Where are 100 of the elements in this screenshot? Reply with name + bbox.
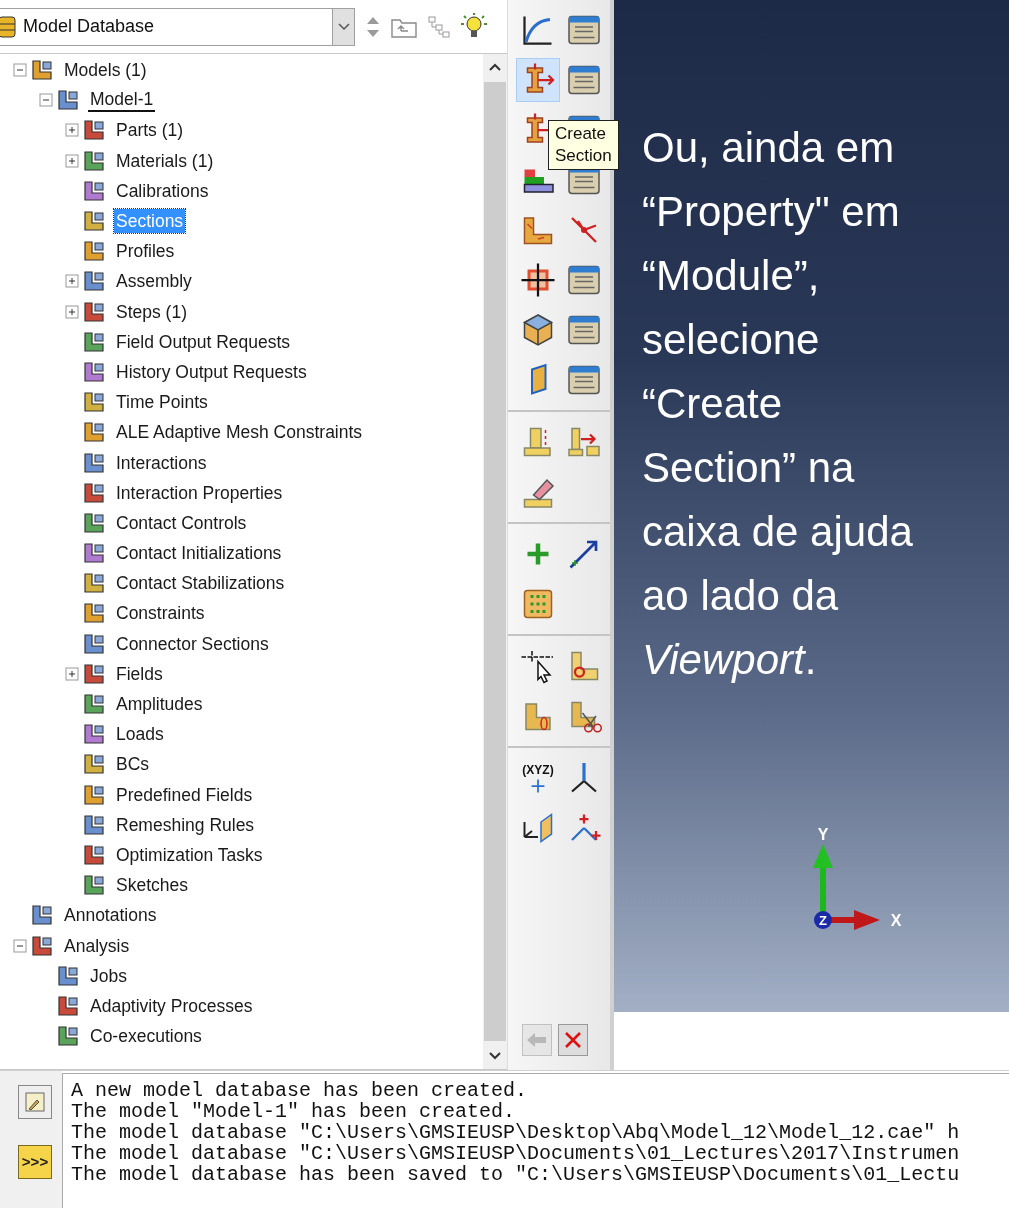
block-icon	[82, 661, 106, 686]
expand-toggle[interactable]	[65, 153, 79, 168]
tree-item[interactable]: Remeshing Rules	[114, 812, 257, 837]
instruction-text: Ou, ainda em “Property" em “Module”, selecione “Create Section” na caixa de ajuda ao lado da Viewport.	[641, 123, 914, 685]
point-plus-tool[interactable]: (XYZ)	[516, 756, 560, 800]
tree-item[interactable]: Analysis	[62, 933, 132, 958]
expand-toggle[interactable]	[65, 123, 79, 138]
block-icon	[82, 842, 106, 867]
block-icon	[56, 88, 80, 113]
chevron-up-icon	[489, 63, 501, 71]
database-icon	[0, 14, 17, 39]
block-icon	[30, 903, 54, 928]
tree-item[interactable]: Sketches	[114, 873, 190, 898]
block-icon	[30, 933, 54, 958]
expand-toggle[interactable]	[39, 93, 53, 108]
tree-item[interactable]: Optimization Tasks	[114, 842, 265, 867]
tree-nodes-icon[interactable]	[427, 14, 451, 39]
block-icon	[82, 752, 106, 777]
tree-item[interactable]: Assembly	[114, 269, 194, 294]
scrollbar-thumb[interactable]	[484, 82, 506, 1041]
tree-item[interactable]: Contact Initializations	[114, 541, 284, 566]
tree-item[interactable]: Time Points	[114, 390, 210, 415]
expand-toggle[interactable]	[65, 304, 79, 319]
block-icon	[82, 299, 106, 324]
dropdown-value: Model Database	[23, 15, 156, 38]
chevron-down-icon	[489, 1052, 501, 1060]
block-icon	[82, 782, 106, 807]
tree-item[interactable]: Constraints	[114, 601, 207, 626]
tree-item[interactable]: Calibrations	[114, 178, 211, 203]
cube-icon	[520, 312, 556, 348]
block-icon	[82, 873, 106, 898]
block-icon	[82, 722, 106, 747]
tree-item[interactable]: Materials (1)	[114, 148, 216, 173]
block-icon	[82, 812, 106, 837]
block-icon	[82, 631, 106, 656]
command-line-button[interactable]: >>>	[18, 1145, 52, 1179]
block-icon	[82, 450, 106, 475]
notepad-icon	[23, 1090, 47, 1114]
block-icon	[82, 329, 106, 354]
chevron-down-icon	[337, 22, 350, 31]
block-icon	[82, 209, 106, 234]
y-axis-label: Y	[817, 826, 829, 843]
tree-item[interactable]: Amplitudes	[114, 692, 205, 717]
block-icon	[82, 148, 106, 173]
close-button[interactable]	[558, 1024, 588, 1056]
tree-item[interactable]: BCs	[114, 752, 152, 777]
block-icon	[82, 390, 106, 415]
message-line: A new model database has been created.	[71, 1080, 529, 1101]
tree-item[interactable]: ALE Adaptive Mesh Constraints	[114, 420, 365, 445]
tree-item[interactable]: History Output Requests	[114, 359, 309, 384]
tree-item[interactable]: Contact Stabilizations	[114, 571, 287, 596]
tree-item[interactable]: Co-executions	[88, 1024, 204, 1049]
block-icon	[56, 993, 80, 1018]
tree-item[interactable]: Annotations	[62, 903, 159, 928]
block-icon	[82, 510, 106, 535]
block-icon	[82, 692, 106, 717]
tree-item[interactable]: Adaptivity Processes	[88, 993, 255, 1018]
tree-item[interactable]: Steps (1)	[114, 299, 189, 324]
tree-item[interactable]: Parts (1)	[114, 118, 186, 143]
block-icon	[82, 239, 106, 264]
tree-item[interactable]: Model-1	[88, 88, 156, 112]
z-axis-label: Z	[819, 913, 827, 928]
block-icon	[56, 1024, 80, 1049]
message-line: The model database "C:\Users\GMSIEUSP\Documents\01_Lectures\2017\Instrumen	[71, 1143, 961, 1164]
expand-toggle[interactable]	[65, 666, 79, 681]
tree-item[interactable]: Predefined Fields	[114, 782, 255, 807]
pick-cursor-icon	[520, 648, 556, 684]
tooltip: Create Section	[548, 120, 619, 170]
tree-item[interactable]: Profiles	[114, 239, 177, 264]
block-icon	[82, 541, 106, 566]
tree-item[interactable]: Interactions	[114, 450, 209, 475]
block-icon	[82, 601, 106, 626]
tree-item[interactable]: Field Output Requests	[114, 329, 293, 354]
message-line: The model database has been saved to "C:\Users\GMSIEUSP\Documents\01_Lectu	[71, 1164, 961, 1185]
crosshair-profile-icon	[520, 262, 556, 298]
message-line: The model database "C:\Users\GMSIEUSP\Desktop\Abq\Model_12\Model_12.cae" h	[71, 1122, 961, 1143]
tree-item[interactable]: Loads	[114, 722, 166, 747]
tree-item[interactable]: Jobs	[88, 963, 129, 988]
block-icon	[82, 571, 106, 596]
block-icon	[82, 420, 106, 445]
tree-item[interactable]: Contact Controls	[114, 510, 249, 535]
model-database-dropdown[interactable]: Model Database	[0, 7, 355, 46]
tree-item[interactable]: Interaction Properties	[114, 480, 285, 505]
block-icon	[82, 118, 106, 143]
expand-toggle[interactable]	[13, 938, 27, 953]
block-icon	[82, 269, 106, 294]
expand-toggle[interactable]	[65, 274, 79, 289]
block-icon	[82, 359, 106, 384]
x-axis-label: X	[890, 912, 902, 929]
tree-item[interactable]: Models (1)	[62, 58, 149, 83]
block-icon	[56, 963, 80, 988]
point-plus-icon	[531, 778, 545, 793]
block-icon	[82, 178, 106, 203]
close-icon	[563, 1030, 583, 1050]
message-line: The model "Model-1" has been created.	[71, 1101, 517, 1122]
notepad-button[interactable]	[18, 1085, 52, 1119]
tree-item[interactable]: Connector Sections	[114, 631, 271, 656]
expand-toggle[interactable]	[13, 63, 27, 78]
block-icon	[82, 480, 106, 505]
tree-item[interactable]: Fields	[114, 661, 165, 686]
